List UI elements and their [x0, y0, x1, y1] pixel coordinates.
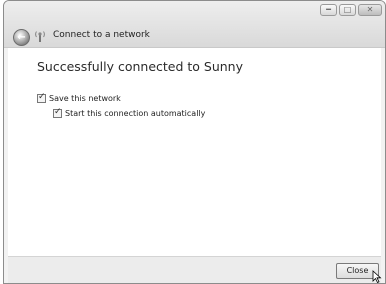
minimize-icon: ━: [326, 5, 331, 14]
dialog-window: ━ □ ✕ ← Connect to a network Successfull…: [3, 0, 386, 284]
auto-connect-option[interactable]: ✓ Start this connection automatically: [53, 107, 206, 118]
checkmark-icon: ✓: [38, 92, 46, 102]
save-network-label: Save this network: [49, 94, 121, 103]
save-network-option[interactable]: ✓ Save this network: [37, 92, 121, 103]
maximize-button[interactable]: □: [339, 4, 356, 16]
wireless-network-icon: [35, 31, 45, 42]
title-bar: ━ □ ✕ ← Connect to a network: [4, 1, 385, 48]
back-button[interactable]: ←: [13, 29, 30, 46]
save-network-checkbox[interactable]: ✓: [37, 92, 46, 103]
auto-connect-checkbox[interactable]: ✓: [53, 107, 62, 118]
auto-connect-label: Start this connection automatically: [65, 109, 206, 118]
caption-buttons: ━ □ ✕: [320, 4, 382, 16]
maximize-icon: □: [343, 5, 352, 14]
checkmark-icon: ✓: [54, 107, 62, 117]
close-window-button[interactable]: ✕: [358, 4, 382, 16]
window-title: Connect to a network: [53, 30, 150, 40]
mouse-pointer-icon: [372, 270, 382, 283]
close-icon: ✕: [366, 5, 374, 14]
dialog-footer: [8, 256, 381, 283]
back-arrow-icon: ←: [17, 31, 26, 43]
page-title: Successfully connected to Sunny: [37, 59, 244, 74]
content-area: Successfully connected to Sunny ✓ Save t…: [8, 48, 381, 256]
minimize-button[interactable]: ━: [320, 4, 337, 16]
